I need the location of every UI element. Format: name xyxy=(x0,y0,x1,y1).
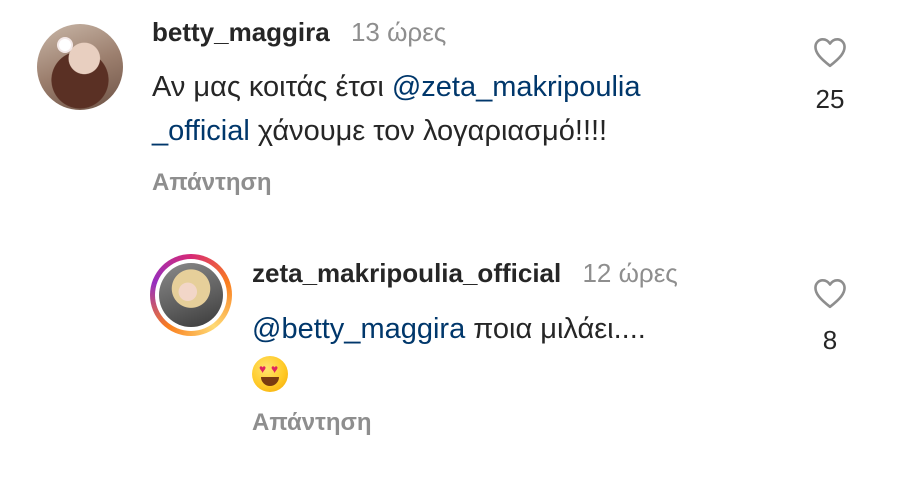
mention-link[interactable]: @zeta_makripoulia xyxy=(392,71,641,103)
like-button[interactable]: 25 xyxy=(800,36,860,115)
like-button[interactable]: 8 xyxy=(800,277,860,356)
reply-button[interactable]: Απάντηση xyxy=(152,169,272,197)
comment-body-continued: χάνουμε τον λογαριασμό!!!! xyxy=(249,115,608,147)
username[interactable]: betty_maggira xyxy=(152,17,330,47)
reply-button[interactable]: Απάντηση xyxy=(252,409,372,437)
comment-text: Αν μας κοιτάς έτσι @zeta_makripoulia _off… xyxy=(152,65,792,153)
reply-header: zeta_makripoulia_official 12 ώρες xyxy=(252,258,678,289)
like-count: 25 xyxy=(815,84,845,114)
avatar-betty-maggira[interactable] xyxy=(37,24,123,110)
comment-body: Αν μας κοιτάς έτσι xyxy=(152,71,392,103)
timestamp: 12 ώρες xyxy=(582,258,678,288)
mention-link-continued[interactable]: _official xyxy=(152,115,250,147)
heart-eyes-emoji-icon: ♥ ♥ xyxy=(252,356,288,393)
heart-eye-icon: ♥ xyxy=(259,362,267,377)
username[interactable]: zeta_makripoulia_official xyxy=(252,258,561,288)
reply-text: @betty_maggira ποια μιλάει.... ♥ ♥ xyxy=(252,307,772,395)
heart-icon[interactable] xyxy=(812,36,848,68)
story-ring[interactable] xyxy=(150,254,232,336)
heart-eye-icon: ♥ xyxy=(271,362,279,377)
comment-header: betty_maggira 13 ώρες xyxy=(152,17,446,48)
heart-icon[interactable] xyxy=(812,277,848,309)
flower-accessory xyxy=(59,39,71,51)
like-count: 8 xyxy=(822,325,838,355)
profile-photo xyxy=(159,263,223,327)
mention-link[interactable]: @betty_maggira xyxy=(252,313,465,345)
timestamp: 13 ώρες xyxy=(350,17,447,47)
smile-mouth xyxy=(261,377,279,387)
avatar-zeta-makripoulia[interactable] xyxy=(155,259,227,331)
reply-body: ποια μιλάει.... xyxy=(465,313,646,345)
